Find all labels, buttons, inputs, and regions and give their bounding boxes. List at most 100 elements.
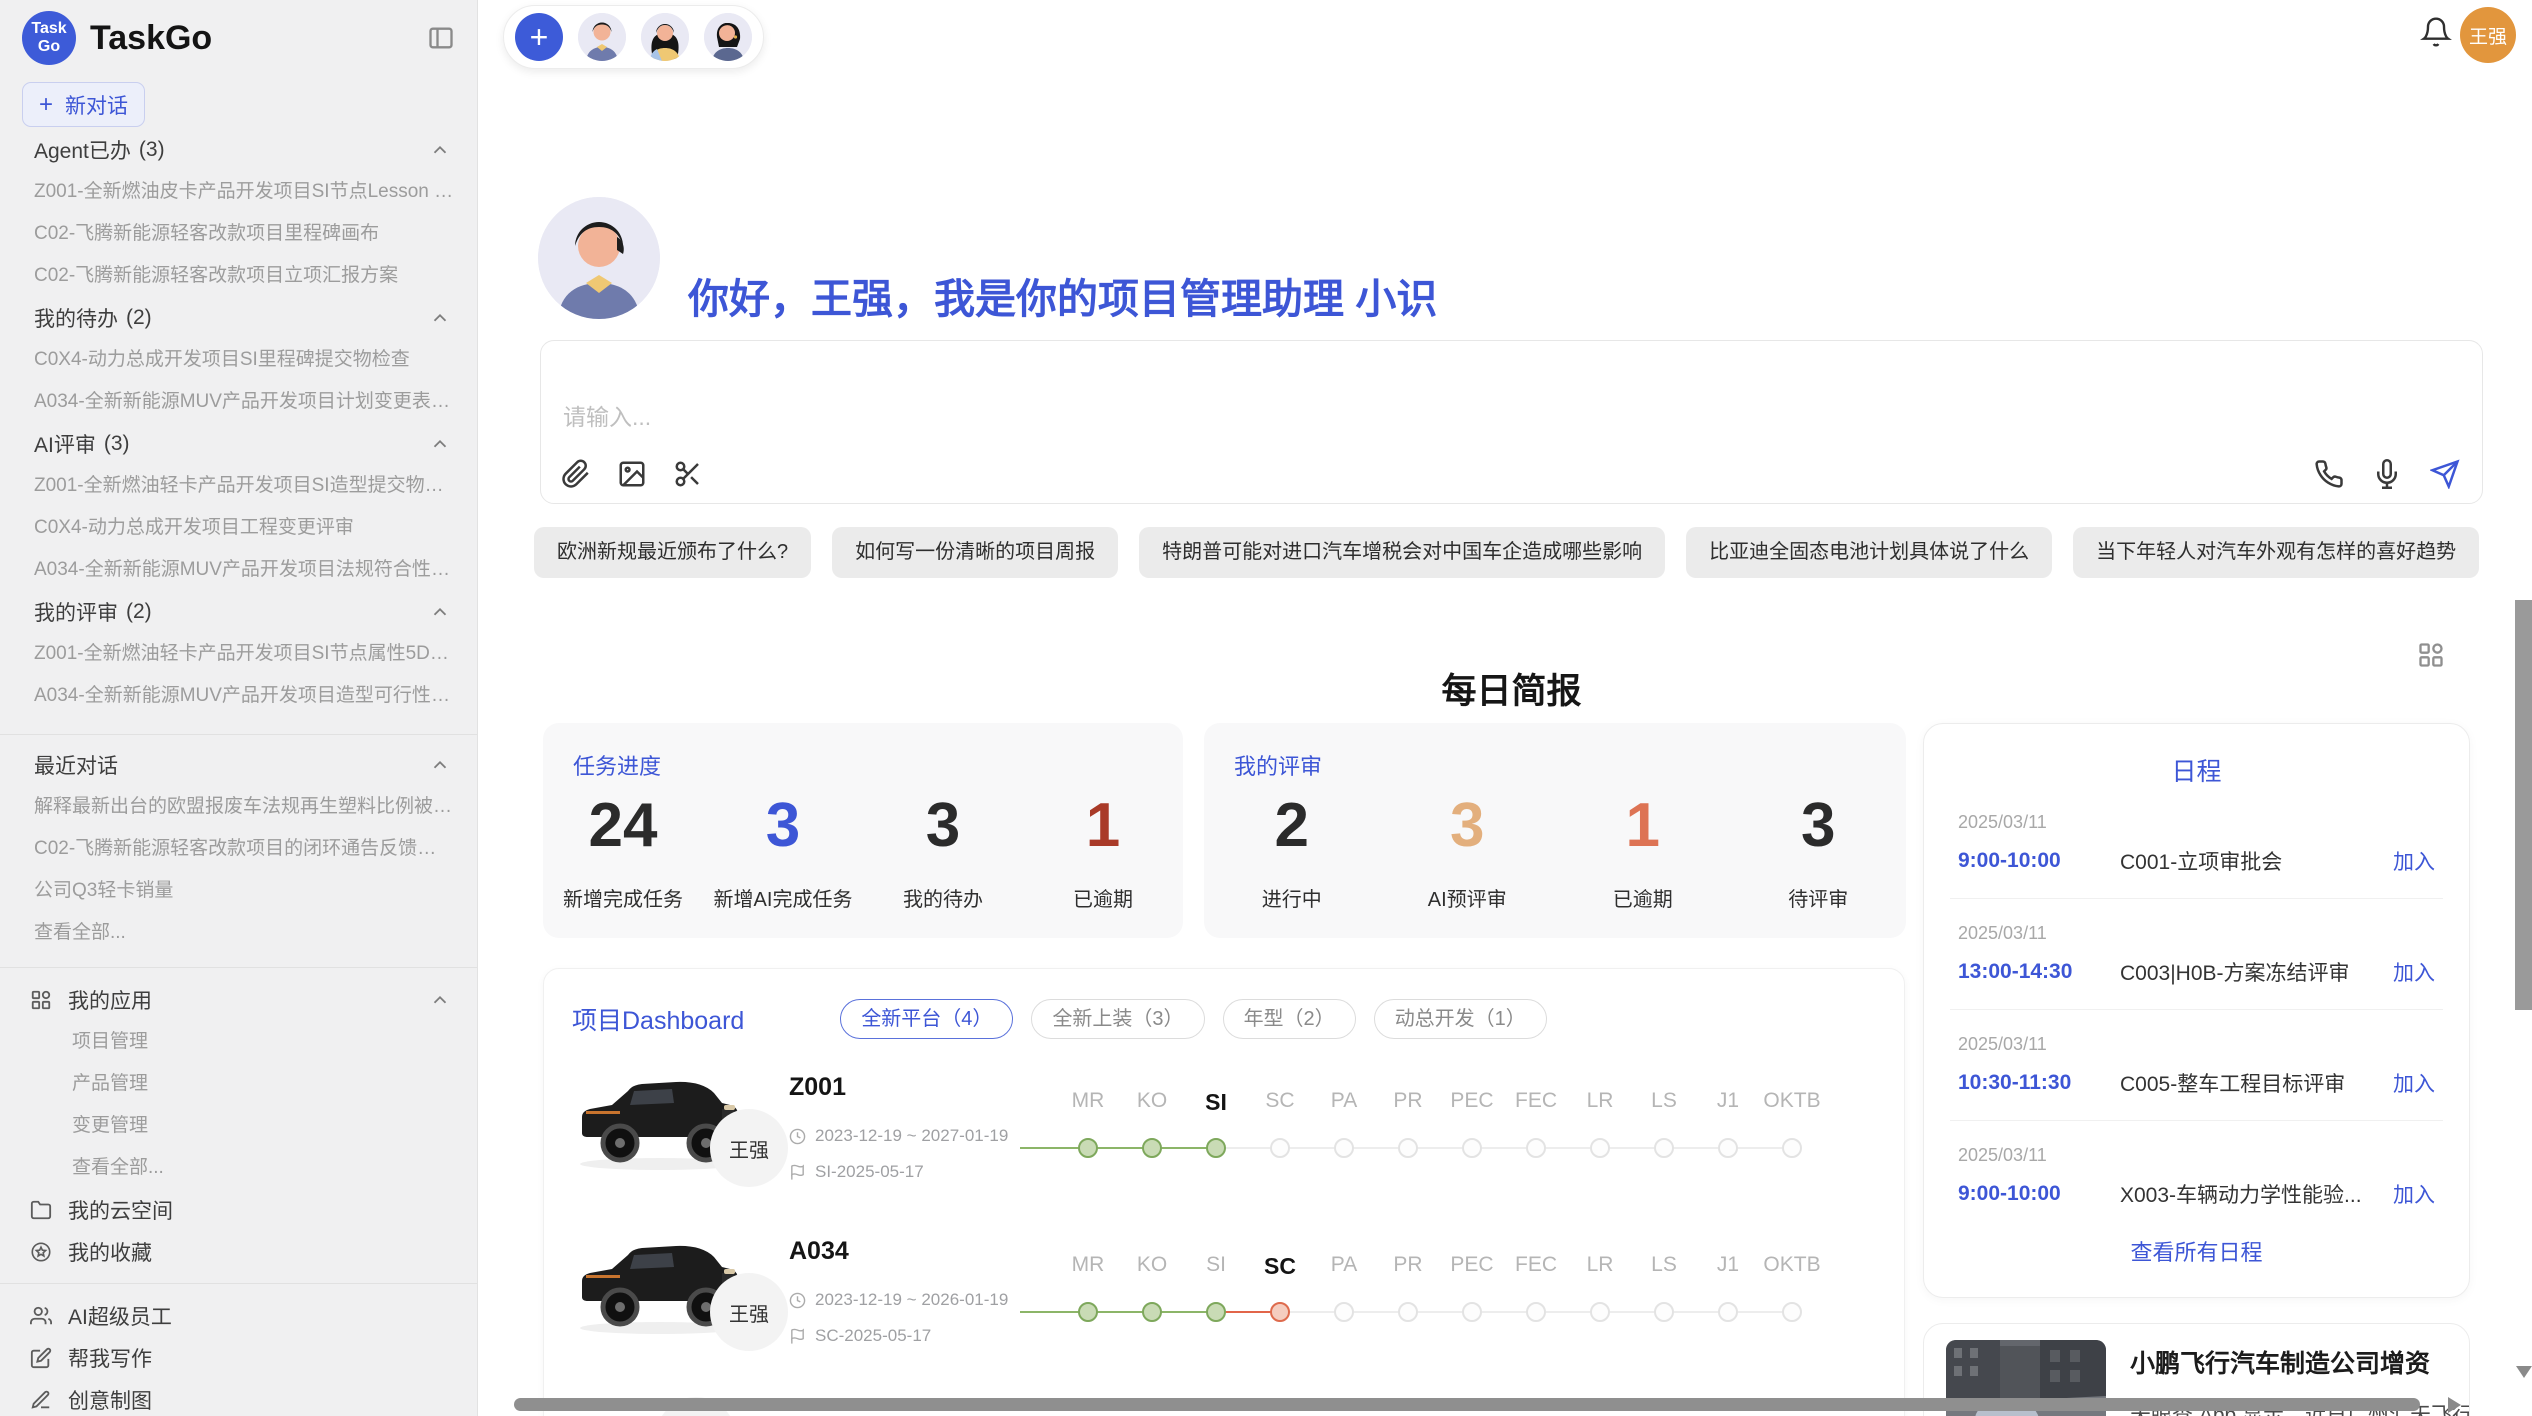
dashboard-tab[interactable]: 年型（2） [1223,999,1356,1039]
sidebar-item-favorites[interactable]: 我的收藏 [0,1231,477,1273]
recent-chats-header[interactable]: 最近对话 [0,744,477,786]
apps-view-all-link[interactable]: 查看全部... [0,1147,477,1189]
edit-square-icon [30,1347,52,1369]
recent-view-all-link[interactable]: 查看全部... [0,912,477,954]
sidebar-item-ai-super-staff[interactable]: AI超级员工 [0,1295,477,1337]
avatar-member-1[interactable] [578,13,626,61]
composer-right-icons [2314,459,2460,489]
stat-value: 24 [543,795,703,857]
project-flag-text: SC-2025-05-17 [815,1326,931,1346]
stat-label: 新增AI完成任务 [703,883,863,912]
sidebar-item-cloud-space[interactable]: 我的云空间 [0,1189,477,1231]
suggestion-chip[interactable]: 欧洲新规最近颁布了什么? [534,527,811,578]
schedule-event: 2025/03/119:00-10:00C001-立项审批会加入 [1924,788,2469,876]
add-member-button[interactable]: + [515,13,563,61]
event-title: C003|H0B-方案冻结评审 [2120,957,2383,987]
project-row: 王强A0342023-12-19 ~ 2026-01-19SC-2025-05-… [572,1219,1824,1346]
taskgo-app: Task Go TaskGo + 新对话 Agent已办(3)Z001-全新燃油… [0,0,2532,1416]
event-join-link[interactable]: 加入 [2393,846,2435,876]
my-apps-list: 项目管理产品管理变更管理 [0,1021,477,1147]
sidebar-item-help-me-write[interactable]: 帮我写作 [0,1337,477,1379]
project-flag: SC-2025-05-17 [789,1326,1034,1346]
sidebar-item[interactable]: A034-全新新能源MUV产品开发项目法规符合性评审 [0,549,477,591]
horizontal-scrollbar-thumb[interactable] [514,1398,2420,1411]
scissors-icon[interactable] [673,459,703,489]
attachment-icon[interactable] [561,459,591,489]
sidebar-section-header[interactable]: 我的待办(2) [0,297,477,339]
milestone-dot [1142,1138,1162,1158]
avatar-member-2[interactable] [641,13,689,61]
sidebar-item-creative-drawing[interactable]: 创意制图 [0,1379,477,1416]
project-flag: SI-2025-05-17 [789,1162,1034,1182]
vertical-scrollbar-thumb[interactable] [2515,600,2532,1010]
event-join-link[interactable]: 加入 [2393,1068,2435,1098]
project-vehicle-image: 王强 [572,1055,757,1179]
dashboard-tab[interactable]: 全新上装（3） [1031,999,1204,1039]
app-sub-item[interactable]: 项目管理 [0,1021,477,1063]
sidebar-item[interactable]: C0X4-动力总成开发项目工程变更评审 [0,507,477,549]
recent-chat-item[interactable]: 解释最新出台的欧盟报废车法规再生塑料比例被调至15%... [0,786,477,828]
chat-composer[interactable]: 请输入... [540,340,2483,504]
dashboard-tab[interactable]: 全新平台（4） [840,999,1013,1039]
schedule-event: 2025/03/1113:00-14:30C003|H0B-方案冻结评审加入 [1924,899,2469,987]
scroll-down-arrow[interactable] [2516,1366,2532,1378]
milestone-label: MR [1056,1089,1120,1116]
help-me-write-label: 帮我写作 [68,1343,152,1373]
app-sub-item[interactable]: 产品管理 [0,1063,477,1105]
my-reviews-stats: 2进行中3AI预评审1已逾期3待评审 [1204,795,1906,912]
milestone-track [1056,1292,1824,1332]
new-chat-button[interactable]: + 新对话 [22,82,145,127]
stat-label: 已逾期 [1555,883,1731,912]
sidebar-item[interactable]: C0X4-动力总成开发项目SI里程碑提交物检查 [0,339,477,381]
dashboard-tab[interactable]: 动总开发（1） [1374,999,1547,1039]
avatar-member-3[interactable] [704,13,752,61]
sidebar-collapse-icon[interactable] [427,24,455,52]
milestone-label: PA [1312,1253,1376,1280]
microphone-icon[interactable] [2372,459,2402,489]
sidebar-item[interactable]: C02-飞腾新能源轻客改款项目里程碑画布 [0,213,477,255]
suggestion-chip[interactable]: 特朗普可能对进口汽车增税会对中国车企造成哪些影响 [1139,527,1665,578]
milestone-label: OKTB [1760,1089,1824,1116]
stat-label: 我的待办 [863,883,1023,912]
project-dates-text: 2023-12-19 ~ 2026-01-19 [815,1290,1008,1310]
sidebar-item[interactable]: A034-全新新能源MUV产品开发项目计划变更表编写 [0,381,477,423]
app-sub-item[interactable]: 变更管理 [0,1105,477,1147]
sidebar-item[interactable]: C02-飞腾新能源轻客改款项目立项汇报方案 [0,255,477,297]
task-progress-title: 任务进度 [573,749,661,781]
sidebar-section-header[interactable]: Agent已办(3) [0,129,477,171]
send-icon[interactable] [2430,459,2460,489]
project-dates-text: 2023-12-19 ~ 2027-01-19 [815,1126,1008,1146]
layout-grid-icon[interactable] [2417,641,2445,669]
app-title: TaskGo [90,19,212,58]
notifications-bell-icon[interactable] [2420,16,2452,48]
sidebar-item[interactable]: Z001-全新燃油轻卡产品开发项目SI造型提交物评审 [0,465,477,507]
section-count: (2) [126,306,152,330]
recent-chat-item[interactable]: 公司Q3轻卡销量 [0,870,477,912]
milestone-dot [1078,1302,1098,1322]
ai-super-staff-label: AI超级员工 [68,1301,172,1331]
schedule-title: 日程 [1924,752,2469,788]
image-upload-icon[interactable] [617,459,647,489]
suggestion-chip[interactable]: 比亚迪全固态电池计划具体说了什么 [1686,527,2052,578]
favorites-label: 我的收藏 [68,1237,152,1267]
voice-call-icon[interactable] [2314,459,2344,489]
sidebar-section-header[interactable]: 我的评审(2) [0,591,477,633]
schedule-event: 2025/03/119:00-10:00X003-车辆动力学性能验...加入 [1924,1121,2469,1209]
schedule-events: 2025/03/119:00-10:00C001-立项审批会加入 2025/03/… [1924,788,2469,1209]
sidebar-item[interactable]: Z001-全新燃油皮卡产品开发项目SI节点Lesson Learn报告 [0,171,477,213]
suggestion-chip[interactable]: 如何写一份清晰的项目周报 [832,527,1118,578]
sidebar-section-header[interactable]: AI评审(3) [0,423,477,465]
suggestion-chip[interactable]: 当下年轻人对汽车外观有怎样的喜好趋势 [2073,527,2479,578]
greeting-title: 你好，王强，我是你的项目管理助理 小识 [688,265,1437,325]
event-join-link[interactable]: 加入 [2393,957,2435,987]
sidebar-item-my-apps[interactable]: 我的应用 [0,979,477,1021]
stat-value: 3 [1380,795,1556,857]
recent-chat-item[interactable]: C02-飞腾新能源轻客改款项目的闭环通告反馈情况 [0,828,477,870]
sidebar-item[interactable]: Z001-全新燃油轻卡产品开发项目SI节点属性5D文件评审 [0,633,477,675]
sidebar-item[interactable]: A034-全新新能源MUV产品开发项目造型可行性评审 [0,675,477,717]
user-avatar[interactable]: 王强 [2460,7,2516,63]
scroll-right-arrow[interactable] [2448,1397,2461,1413]
view-all-schedule-link[interactable]: 查看所有日程 [1924,1235,2469,1267]
event-join-link[interactable]: 加入 [2393,1179,2435,1209]
stat-label: 待评审 [1731,883,1907,912]
